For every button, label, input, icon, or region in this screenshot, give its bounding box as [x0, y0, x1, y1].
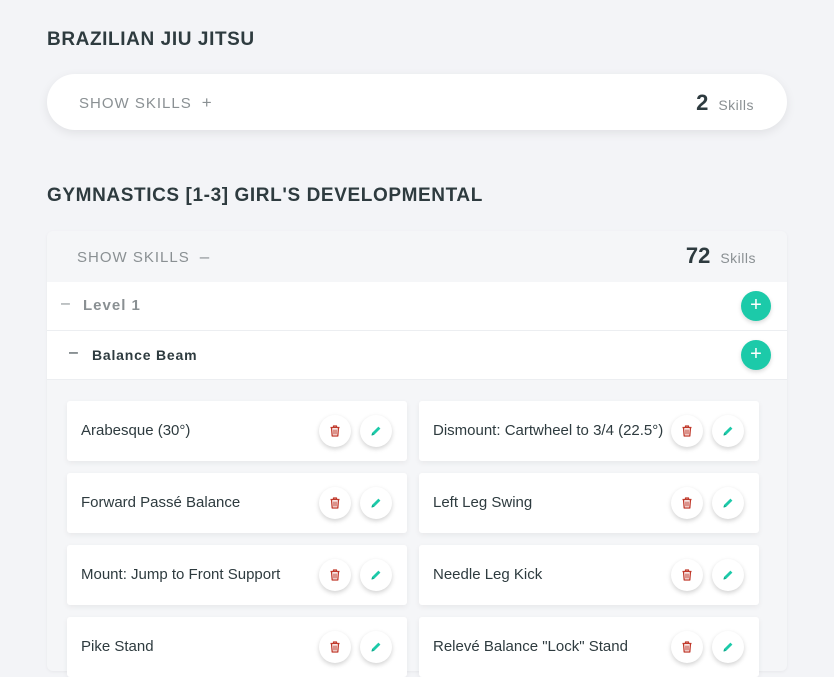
add-group-skill-button[interactable]: + [741, 340, 771, 370]
group-label: Balance Beam [92, 347, 198, 363]
pencil-icon [369, 640, 383, 654]
delete-skill-button[interactable] [671, 487, 703, 519]
skill-name: Relevé Balance "Lock" Stand [433, 638, 628, 655]
skill-count: 72 Skills [686, 243, 756, 269]
skill-count-label: Skills [720, 250, 756, 266]
skill-card: Arabesque (30°) [67, 401, 407, 461]
skill-name: Needle Leg Kick [433, 566, 543, 583]
section-title-gymnastics: GYMNASTICS [1-3] GIRL'S DEVELOPMENTAL [47, 185, 483, 206]
delete-skill-button[interactable] [319, 487, 351, 519]
add-level-skill-button[interactable]: + [741, 291, 771, 321]
skill-card: Mount: Jump to Front Support [67, 545, 407, 605]
pencil-icon [721, 496, 735, 510]
skill-name: Arabesque (30°) [81, 422, 191, 439]
expand-icon: + [201, 93, 213, 112]
edit-skill-button[interactable] [712, 559, 744, 591]
delete-skill-button[interactable] [671, 631, 703, 663]
edit-skill-button[interactable] [360, 559, 392, 591]
skill-count: 2 Skills [696, 90, 754, 116]
skill-name: Forward Passé Balance [81, 494, 241, 511]
skill-card: Relevé Balance "Lock" Stand [419, 617, 759, 677]
trash-icon [328, 640, 342, 654]
pencil-icon [369, 496, 383, 510]
collapse-icon[interactable]: – [61, 295, 70, 313]
group-row[interactable]: – Balance Beam + [47, 331, 787, 380]
delete-skill-button[interactable] [319, 415, 351, 447]
skill-count-number: 2 [696, 90, 709, 115]
panel-header: SHOW SKILLS – 72 Skills [47, 231, 787, 282]
pencil-icon [369, 424, 383, 438]
level-label: Level 1 [83, 297, 141, 314]
pencil-icon [721, 568, 735, 582]
trash-icon [680, 424, 694, 438]
trash-icon [680, 568, 694, 582]
show-skills-label: SHOW SKILLS [79, 94, 192, 112]
edit-skill-button[interactable] [360, 631, 392, 663]
pencil-icon [721, 640, 735, 654]
pencil-icon [721, 424, 735, 438]
delete-skill-button[interactable] [319, 559, 351, 591]
skill-card: Dismount: Cartwheel to 3/4 (22.5°) [419, 401, 759, 461]
pencil-icon [369, 568, 383, 582]
section-title-bjj: BRAZILIAN JIU JITSU [47, 29, 255, 50]
trash-icon [328, 424, 342, 438]
edit-skill-button[interactable] [360, 415, 392, 447]
skill-card: Needle Leg Kick [419, 545, 759, 605]
skill-name: Dismount: Cartwheel to 3/4 (22.5°) [433, 422, 664, 439]
skill-count-label: Skills [718, 97, 754, 113]
collapse-icon: – [199, 247, 211, 266]
skill-name: Mount: Jump to Front Support [81, 566, 281, 583]
show-skills-toggle[interactable]: SHOW SKILLS + [79, 93, 213, 113]
trash-icon [680, 496, 694, 510]
show-skills-label: SHOW SKILLS [77, 248, 190, 266]
edit-skill-button[interactable] [360, 487, 392, 519]
edit-skill-button[interactable] [712, 631, 744, 663]
skill-card: Pike Stand [67, 617, 407, 677]
skill-name: Left Leg Swing [433, 494, 533, 511]
skill-card: Left Leg Swing [419, 473, 759, 533]
trash-icon [680, 640, 694, 654]
show-skills-toggle[interactable]: SHOW SKILLS – [77, 247, 210, 267]
skill-count-number: 72 [685, 243, 711, 268]
skill-name: Pike Stand [81, 638, 154, 655]
trash-icon [328, 496, 342, 510]
delete-skill-button[interactable] [319, 631, 351, 663]
delete-skill-button[interactable] [671, 415, 703, 447]
level-row[interactable]: – Level 1 + [47, 282, 787, 331]
collapse-icon[interactable]: – [69, 344, 78, 362]
trash-icon [328, 568, 342, 582]
bjj-skills-bar: SHOW SKILLS + 2 Skills [47, 74, 787, 130]
skill-card: Forward Passé Balance [67, 473, 407, 533]
delete-skill-button[interactable] [671, 559, 703, 591]
edit-skill-button[interactable] [712, 415, 744, 447]
edit-skill-button[interactable] [712, 487, 744, 519]
